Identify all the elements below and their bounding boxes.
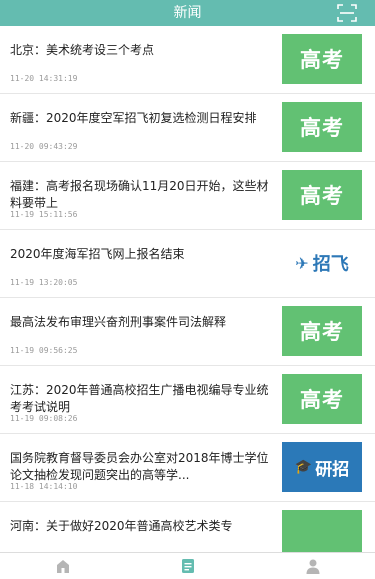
news-thumbnail: 🎓 研招 (282, 442, 362, 492)
news-thumbnail (282, 510, 362, 552)
news-thumbnail: 高考 (282, 102, 362, 152)
news-thumbnail: 高考 (282, 374, 362, 424)
bottom-tab-bar (0, 552, 375, 579)
news-time: 11-19 13:20:05 (10, 278, 78, 287)
news-thumbnail: 高考 (282, 306, 362, 356)
news-thumbnail: 高考 (282, 34, 362, 84)
page-title: 新闻 (173, 5, 202, 21)
tab-news[interactable] (125, 553, 250, 579)
news-thumbnail: 高考 (282, 170, 362, 220)
scan-icon (337, 4, 357, 22)
news-title: 国务院教育督导委员会办公室对2018年博士学位论文抽检发现问题突出的高等学... (10, 451, 269, 482)
news-item[interactable]: 2020年度海军招飞网上报名结束 11-19 13:20:05 ✈ 招飞 (0, 230, 375, 298)
news-item[interactable]: 最高法发布审理兴奋剂刑事案件司法解释 11-19 09:56:25 高考 (0, 298, 375, 366)
thumbnail-label: 研招 (315, 459, 350, 480)
news-item[interactable]: 江苏：2020年普通高校招生广播电视编导专业统考考试说明 11-19 09:08… (0, 366, 375, 434)
news-item[interactable]: 福建：高考报名现场确认11月20日开始，这些材料要带上 11-19 15:11:… (0, 162, 375, 230)
news-title: 新疆：2020年度空军招飞初复选检测日程安排 (10, 111, 257, 125)
news-title: 河南：关于做好2020年普通高校艺术类专 (10, 519, 233, 533)
thumbnail-label: 招飞 (312, 254, 349, 275)
thumbnail-label: 高考 (300, 48, 344, 72)
news-list[interactable]: 北京：美术统考设三个考点 11-20 14:31:19 高考 新疆：2020年度… (0, 26, 375, 552)
graduation-cap-icon: 🎓 (294, 459, 313, 475)
news-title: 最高法发布审理兴奋剂刑事案件司法解释 (10, 315, 227, 329)
news-time: 11-19 09:08:26 (10, 414, 78, 423)
news-item[interactable]: 国务院教育督导委员会办公室对2018年博士学位论文抽检发现问题突出的高等学...… (0, 434, 375, 502)
news-time: 11-19 15:11:56 (10, 210, 78, 219)
news-time: 11-18 14:14:10 (10, 482, 78, 491)
news-title: 北京：美术统考设三个考点 (10, 43, 155, 57)
news-time: 11-20 09:43:29 (10, 142, 78, 151)
news-time: 11-20 14:31:19 (10, 74, 78, 83)
news-icon (181, 559, 194, 573)
news-thumbnail: ✈ 招飞 (282, 238, 362, 288)
tab-home[interactable] (0, 553, 125, 579)
news-title: 江苏：2020年普通高校招生广播电视编导专业统考考试说明 (10, 383, 269, 414)
news-title: 2020年度海军招飞网上报名结束 (10, 247, 185, 261)
news-item[interactable]: 北京：美术统考设三个考点 11-20 14:31:19 高考 (0, 26, 375, 94)
tab-profile[interactable] (250, 553, 375, 579)
thumbnail-label: 高考 (300, 184, 344, 208)
thumbnail-label: 高考 (300, 320, 344, 344)
airplane-icon: ✈ (295, 253, 309, 273)
user-icon (306, 559, 319, 574)
scan-button[interactable] (337, 4, 357, 22)
app-header: 新闻 (0, 0, 375, 26)
news-title: 福建：高考报名现场确认11月20日开始，这些材料要带上 (10, 179, 269, 210)
news-item[interactable]: 新疆：2020年度空军招飞初复选检测日程安排 11-20 09:43:29 高考 (0, 94, 375, 162)
news-time: 11-19 09:56:25 (10, 346, 78, 355)
thumbnail-label: 高考 (300, 116, 344, 140)
news-item[interactable]: 河南：关于做好2020年普通高校艺术类专 (0, 502, 375, 552)
thumbnail-label: 高考 (300, 388, 344, 412)
home-icon (56, 560, 69, 573)
